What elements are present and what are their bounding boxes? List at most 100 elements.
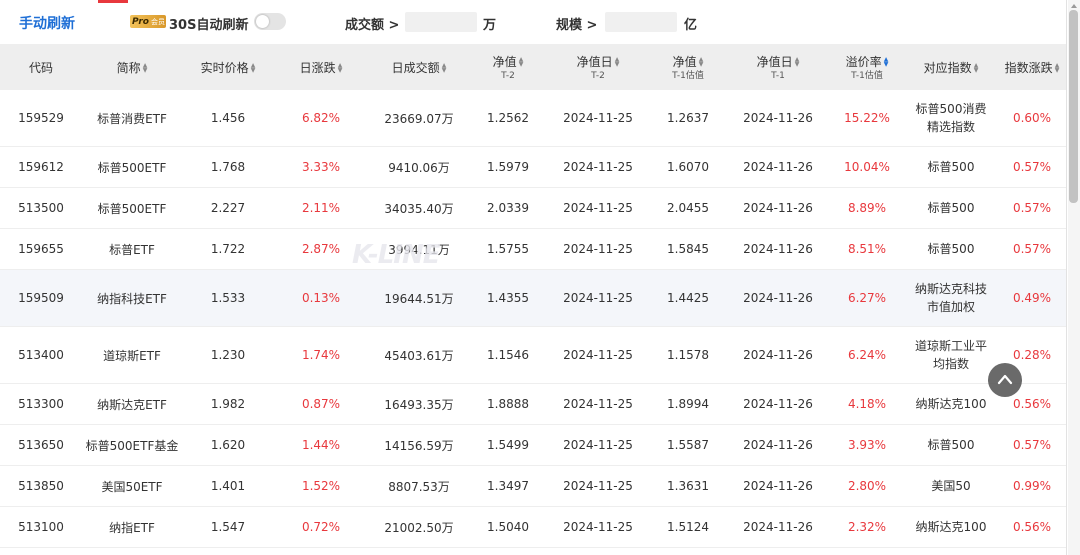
column-header-label: 简称 [116, 60, 141, 75]
scale-filter-input[interactable] [605, 12, 677, 32]
premium-cell: 8.51% [830, 228, 904, 270]
price-cell: 1.533 [182, 269, 274, 327]
nav-t2-cell: 1.4355 [470, 269, 546, 327]
sort-icon[interactable]: ▲ ▼ [699, 57, 704, 68]
change-cell: 1.44% [274, 424, 368, 466]
manual-refresh-button[interactable]: 手动刷新 [19, 13, 75, 33]
nav-date-t1-cell: 2024-11-26 [726, 187, 830, 229]
sort-icon[interactable]: ▲ ▼ [615, 57, 620, 68]
volume-cell: 14156.59万 [368, 424, 470, 466]
index-change-cell: 0.57% [998, 146, 1066, 188]
scroll-up-arrow-icon[interactable] [1071, 4, 1077, 8]
etf-premium-table: 代码 简称 ▲ ▼ 实时价格 ▲ ▼ 日涨跌 ▲ ▼ 日成交额 ▲ ▼ 净值 ▲ ▼ T-2 净值日 ▲ ▼ T-2 净值… [0, 44, 1066, 548]
table-row[interactable]: 513300 纳斯达克ETF 1.982 0.87% 16493.35万 1.8888 20… [0, 383, 1066, 425]
table-row[interactable]: 513650 标普500ETF基金 1.620 1.44% 14156.59万 1.549… [0, 424, 1066, 466]
name-cell: 标普500ETF基金 [82, 424, 182, 466]
column-header-1[interactable]: 简称 ▲ ▼ [82, 44, 182, 90]
table-row[interactable]: 159509 纳指科技ETF 1.533 0.13% 19644.51万 1.4355 20… [0, 269, 1066, 327]
code-cell: 513850 [0, 465, 82, 507]
column-header-6[interactable]: 净值日 ▲ ▼ T-2 [546, 44, 650, 90]
column-header-7[interactable]: 净值 ▲ ▼ T-1估值 [650, 44, 726, 90]
table-row[interactable]: 513100 纳指ETF 1.547 0.72% 21002.50万 1.5040 2024… [0, 506, 1066, 548]
sort-icon[interactable]: ▲ ▼ [795, 57, 800, 68]
index-cell: 标普500 [904, 228, 998, 270]
nav-t2-cell: 1.5979 [470, 146, 546, 188]
index-change-cell: 0.60% [998, 90, 1066, 147]
volume-cell: 45403.61万 [368, 326, 470, 384]
nav-date-t2-cell: 2024-11-25 [546, 506, 650, 548]
nav-t2-cell: 1.8888 [470, 383, 546, 425]
sort-icon[interactable]: ▲ ▼ [519, 57, 524, 68]
volume-cell: 34035.40万 [368, 187, 470, 229]
price-cell: 1.401 [182, 465, 274, 507]
column-header-0: 代码 [0, 44, 82, 90]
volume-unit: 万 [483, 18, 497, 33]
price-cell: 1.547 [182, 506, 274, 548]
premium-cell: 10.04% [830, 146, 904, 188]
auto-refresh-toggle[interactable] [254, 13, 286, 30]
back-to-top-button[interactable] [988, 363, 1022, 397]
volume-cell: 16493.35万 [368, 383, 470, 425]
code-cell: 159612 [0, 146, 82, 188]
volume-cell: 3994.11万 [368, 228, 470, 270]
column-header-4[interactable]: 日成交额 ▲ ▼ [368, 44, 470, 90]
sort-icon[interactable]: ▲ ▼ [251, 63, 256, 74]
sort-icon[interactable]: ▲ ▼ [974, 63, 979, 74]
index-cell: 纳斯达克100 [904, 383, 998, 425]
index-cell: 纳斯达克科技市值加权 [904, 269, 998, 327]
premium-cell: 3.93% [830, 424, 904, 466]
sort-icon[interactable]: ▲ ▼ [338, 63, 343, 74]
price-cell: 1.768 [182, 146, 274, 188]
code-cell: 159529 [0, 90, 82, 147]
nav-date-t1-cell: 2024-11-26 [726, 383, 830, 425]
nav-t2-cell: 1.1546 [470, 326, 546, 384]
nav-t1-cell: 1.5124 [650, 506, 726, 548]
table-row[interactable]: 159655 标普ETF 1.722 2.87% 3994.11万 1.5755 2024-… [0, 228, 1066, 270]
sort-icon[interactable]: ▲ ▼ [143, 63, 148, 74]
column-header-label: 溢价率 [845, 54, 882, 69]
sort-icon[interactable]: ▲ ▼ [1055, 63, 1060, 74]
auto-refresh-label: 30S自动刷新 [169, 18, 249, 33]
table-row[interactable]: 513850 美国50ETF 1.401 1.52% 8807.53万 1.3497 202… [0, 465, 1066, 507]
nav-date-t2-cell: 2024-11-25 [546, 228, 650, 270]
index-change-cell: 0.49% [998, 269, 1066, 327]
column-header-label: 对应指数 [923, 60, 972, 75]
table-row[interactable]: 159529 标普消费ETF 1.456 6.82% 23669.07万 1.2562 20… [0, 90, 1066, 147]
column-header-11[interactable]: 指数涨跌 ▲ ▼ [998, 44, 1066, 90]
price-cell: 1.620 [182, 424, 274, 466]
sort-icon[interactable]: ▲ ▼ [442, 63, 447, 74]
column-header-9[interactable]: 溢价率 ▲ ▼ T-1估值 [830, 44, 904, 90]
column-header-2[interactable]: 实时价格 ▲ ▼ [182, 44, 274, 90]
nav-date-t2-cell: 2024-11-25 [546, 326, 650, 384]
name-cell: 标普消费ETF [82, 90, 182, 147]
pro-badge-sub: 会员 [150, 17, 165, 26]
column-header-label: 指数涨跌 [1004, 60, 1053, 75]
index-cell: 标普500 [904, 424, 998, 466]
sort-icon[interactable]: ▲ ▼ [884, 57, 889, 68]
etf-table-container: 代码 简称 ▲ ▼ 实时价格 ▲ ▼ 日涨跌 ▲ ▼ 日成交额 ▲ ▼ 净值 ▲ ▼ T-2 净值日 ▲ ▼ T-2 净值… [0, 44, 1066, 555]
scale-unit: 亿 [684, 18, 698, 33]
column-header-5[interactable]: 净值 ▲ ▼ T-2 [470, 44, 546, 90]
scrollbar-thumb[interactable] [1069, 10, 1078, 203]
nav-date-t2-cell: 2024-11-25 [546, 383, 650, 425]
nav-t1-cell: 1.8994 [650, 383, 726, 425]
column-header-label: 实时价格 [200, 60, 249, 75]
table-row[interactable]: 513500 标普500ETF 2.227 2.11% 34035.40万 2.0339 2… [0, 187, 1066, 229]
column-header-label: 日涨跌 [299, 60, 336, 75]
price-cell: 1.230 [182, 326, 274, 384]
volume-filter-input[interactable] [405, 12, 477, 32]
table-row[interactable]: 159612 标普500ETF 1.768 3.33% 9410.06万 1.5979 20… [0, 146, 1066, 188]
column-header-10[interactable]: 对应指数 ▲ ▼ [904, 44, 998, 90]
name-cell: 标普500ETF [82, 187, 182, 229]
column-header-label: 净值日 [756, 54, 793, 69]
name-cell: 美国50ETF [82, 465, 182, 507]
index-cell: 道琼斯工业平均指数 [904, 326, 998, 384]
nav-t1-cell: 1.5845 [650, 228, 726, 270]
code-cell: 159655 [0, 228, 82, 270]
column-header-3[interactable]: 日涨跌 ▲ ▼ [274, 44, 368, 90]
column-header-8[interactable]: 净值日 ▲ ▼ T-1 [726, 44, 830, 90]
nav-date-t1-cell: 2024-11-26 [726, 506, 830, 548]
table-row[interactable]: 513400 道琼斯ETF 1.230 1.74% 45403.61万 1.1546 202… [0, 326, 1066, 384]
nav-date-t2-cell: 2024-11-25 [546, 90, 650, 147]
table-body: 159529 标普消费ETF 1.456 6.82% 23669.07万 1.2562 20… [0, 90, 1066, 548]
